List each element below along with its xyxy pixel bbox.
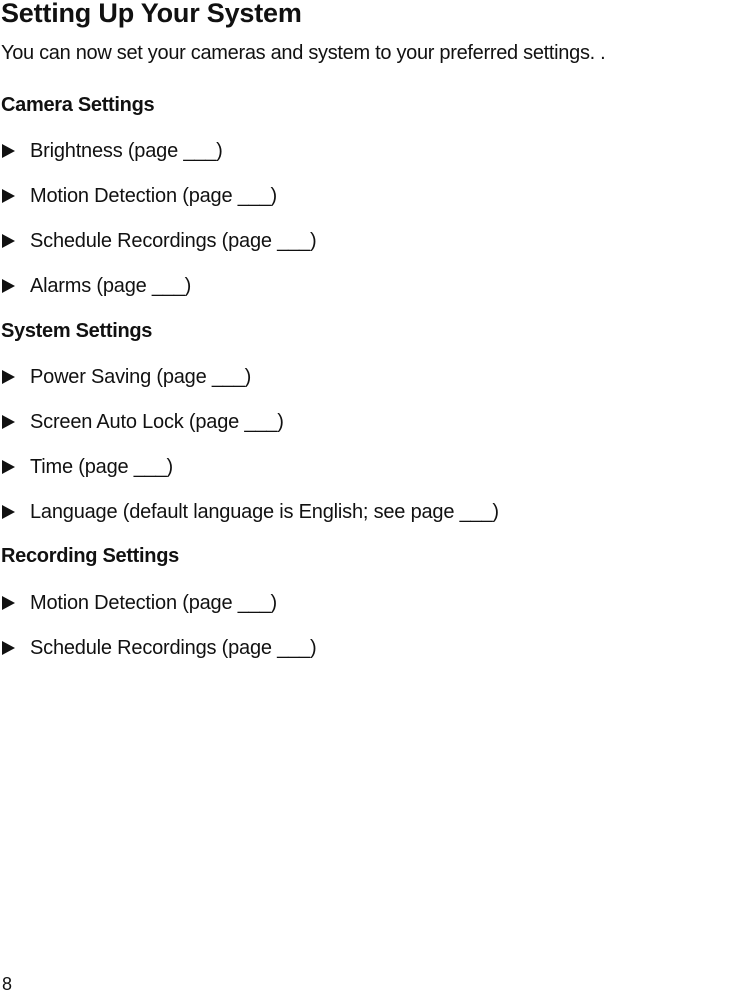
list-item: Schedule Recordings (page ___)	[0, 625, 317, 670]
page-title: Setting Up Your System	[1, 0, 302, 28]
bullet-arrow-icon	[2, 504, 15, 519]
intro-text: You can now set your cameras and system …	[1, 42, 606, 64]
list-item-text: Language (default language is English; s…	[30, 500, 499, 523]
list-item: Screen Auto Lock (page ___)	[0, 399, 499, 444]
bullet-arrow-icon	[2, 278, 15, 293]
system-settings-list: Power Saving (page ___) Screen Auto Lock…	[0, 354, 499, 534]
bullet-arrow-icon	[2, 143, 15, 158]
section-heading-recording-settings: Recording Settings	[1, 545, 179, 567]
bullet-arrow-icon	[2, 595, 15, 610]
list-item: Power Saving (page ___)	[0, 354, 499, 399]
list-item-text: Motion Detection (page ___)	[30, 184, 277, 207]
list-item: Schedule Recordings (page ___)	[0, 218, 317, 263]
list-item: Alarms (page ___)	[0, 263, 316, 308]
bullet-arrow-icon	[2, 459, 15, 474]
list-item-text: Schedule Recordings (page ___)	[30, 229, 317, 252]
list-item-text: Power Saving (page ___)	[30, 365, 252, 388]
bullet-arrow-icon	[2, 233, 15, 248]
list-item: Motion Detection (page ___)	[0, 173, 316, 218]
list-item-text: Schedule Recordings (page ___)	[30, 636, 317, 659]
list-item-text: Screen Auto Lock (page ___)	[30, 410, 284, 433]
list-item: Motion Detection (page ___)	[0, 580, 316, 625]
bullet-arrow-icon	[2, 369, 15, 384]
section-heading-camera-settings: Camera Settings	[1, 94, 155, 116]
list-item-text: Brightness (page ___)	[30, 139, 223, 162]
list-item: Time (page ___)	[0, 444, 499, 489]
list-item-text: Alarms (page ___)	[30, 274, 192, 297]
recording-settings-list: Motion Detection (page ___) Schedule Rec…	[0, 580, 317, 670]
bullet-arrow-icon	[2, 640, 15, 655]
bullet-arrow-icon	[2, 188, 15, 203]
section-heading-system-settings: System Settings	[1, 320, 153, 342]
list-item-text: Time (page ___)	[30, 455, 173, 478]
camera-settings-list: Brightness (page ___) Motion Detection (…	[0, 128, 317, 308]
bullet-arrow-icon	[2, 414, 15, 429]
page-number: 8	[2, 974, 13, 994]
list-item: Brightness (page ___)	[0, 128, 316, 173]
list-item: Language (default language is English; s…	[0, 489, 499, 534]
list-item-text: Motion Detection (page ___)	[30, 591, 277, 614]
